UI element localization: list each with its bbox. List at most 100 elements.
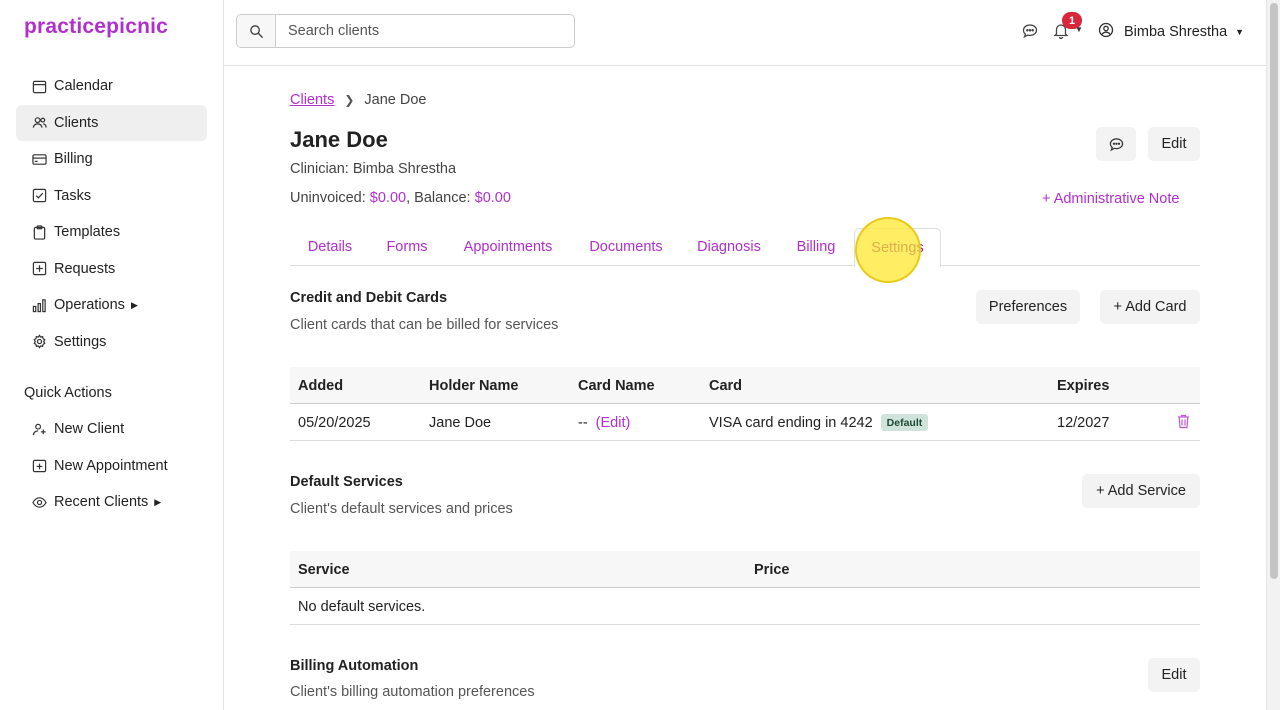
message-client-button[interactable]: [1096, 127, 1136, 161]
clinician-label: Clinician:: [290, 161, 349, 177]
messages-icon[interactable]: [1022, 23, 1040, 41]
edit-client-button[interactable]: Edit: [1148, 127, 1200, 161]
chat-icon: [1109, 137, 1123, 151]
tab-diagnosis[interactable]: Diagnosis: [680, 228, 778, 266]
sidebar-item-label: Calendar: [54, 78, 113, 94]
client-tabs: Details Forms Appointments Documents Dia…: [290, 228, 1200, 267]
chevron-right-icon: ❯: [344, 93, 355, 107]
sidebar-item-label: Billing: [54, 151, 93, 167]
add-card-button[interactable]: + Add Card: [1100, 290, 1200, 324]
sidebar: practicepicnic Calendar Clients Billing …: [0, 0, 224, 710]
cards-table: Added Holder Name Card Name Card Expires…: [290, 367, 1200, 441]
checkbox-icon: [31, 188, 47, 204]
quick-actions: New Client New Appointment Recent Client…: [16, 411, 207, 521]
sidebar-item-clients[interactable]: Clients: [16, 104, 207, 141]
tab-documents[interactable]: Documents: [572, 228, 680, 266]
search-bar: [236, 14, 575, 48]
card-added-date: 05/20/2025: [298, 414, 371, 431]
tab-settings[interactable]: Settings: [854, 228, 941, 267]
caret-right-icon: ▶: [130, 299, 138, 310]
search-input[interactable]: [276, 15, 574, 47]
sidebar-item-requests[interactable]: Requests: [16, 251, 207, 287]
chevron-down-icon: ▼: [1235, 27, 1245, 37]
column-header: Service: [298, 561, 350, 578]
search-button[interactable]: [237, 15, 276, 47]
quick-action-label: New Appointment: [54, 457, 168, 474]
quick-action-label: Recent Clients: [54, 494, 149, 510]
card-name: --: [578, 414, 588, 431]
cards-section-title: Credit and Debit Cards: [290, 290, 448, 306]
card-description: VISA card ending in 4242: [709, 414, 873, 431]
app-logo[interactable]: practicepicnic: [24, 15, 168, 39]
breadcrumb-link-clients[interactable]: Clients: [290, 92, 334, 108]
sidebar-item-templates[interactable]: Templates: [16, 214, 207, 250]
column-header: Card Name: [578, 377, 655, 394]
sidebar-item-label: Operations: [54, 297, 125, 313]
empty-state-text: No default services.: [298, 598, 426, 615]
quick-action-new-appointment[interactable]: New Appointment: [16, 448, 207, 484]
tab-forms[interactable]: Forms: [370, 228, 444, 266]
sidebar-item-calendar[interactable]: Calendar: [16, 68, 207, 104]
balance-label: Balance:: [414, 190, 471, 206]
default-badge: Default: [880, 414, 929, 431]
edit-card-name-link[interactable]: (Edit): [596, 415, 631, 431]
table-header: Service Price: [290, 551, 1200, 588]
scrollbar-thumb[interactable]: [1270, 3, 1278, 579]
breadcrumb: Clients ❯ Jane Doe: [290, 92, 426, 108]
balance-amount: $0.00: [474, 190, 511, 206]
sidebar-item-settings[interactable]: Settings: [16, 324, 207, 360]
caret-right-icon: ▶: [154, 496, 162, 507]
add-admin-note-link[interactable]: + Administrative Note: [1042, 191, 1179, 207]
topbar: 1 ▼ Bimba Shrestha ▼: [224, 0, 1266, 66]
sidebar-item-billing[interactable]: Billing: [16, 141, 207, 177]
tab-billing[interactable]: Billing: [778, 228, 854, 266]
user-plus-icon: [31, 421, 47, 437]
calendar-icon: [31, 78, 47, 94]
bar-chart-icon: [31, 297, 47, 313]
sidebar-item-label: Settings: [54, 333, 107, 350]
page-scrollbar[interactable]: [1266, 0, 1280, 710]
card-description-cell: VISA card ending in 4242 Default: [709, 404, 929, 441]
services-section-title: Default Services: [290, 474, 403, 490]
main-content: Clients ❯ Jane Doe Jane Doe Clinician: B…: [224, 66, 1266, 710]
tab-details[interactable]: Details: [290, 228, 370, 266]
cards-section-subtitle: Client cards that can be billed for serv…: [290, 317, 559, 333]
user-name: Bimba Shrestha: [1124, 24, 1228, 40]
user-menu[interactable]: Bimba Shrestha ▼: [1098, 22, 1244, 42]
quick-action-recent-clients[interactable]: Recent Clients ▶: [16, 484, 207, 520]
chevron-down-icon[interactable]: ▼: [1075, 25, 1083, 34]
search-icon: [249, 24, 263, 38]
clipboard-icon: [31, 224, 47, 240]
sidebar-item-tasks[interactable]: Tasks: [16, 178, 207, 214]
add-service-button[interactable]: + Add Service: [1082, 474, 1200, 508]
sidebar-item-label: Requests: [54, 260, 116, 277]
table-header: Added Holder Name Card Name Card Expires: [290, 367, 1200, 404]
trash-icon[interactable]: [1177, 414, 1191, 430]
card-name-cell: -- (Edit): [578, 404, 630, 441]
users-icon: [31, 115, 47, 131]
column-header: Added: [298, 377, 344, 394]
edit-automation-button[interactable]: Edit: [1148, 658, 1200, 692]
gear-icon: [31, 334, 47, 350]
preferences-button[interactable]: Preferences: [976, 290, 1080, 324]
column-header: Price: [754, 561, 790, 578]
quick-action-new-client[interactable]: New Client: [16, 411, 207, 447]
clinician-name: Bimba Shrestha: [352, 161, 457, 177]
uninvoiced-amount: $0.00: [369, 190, 407, 206]
breadcrumb-current: Jane Doe: [364, 92, 427, 108]
card-expiry: 12/2027: [1057, 414, 1110, 431]
table-row: 05/20/2025 Jane Doe -- (Edit) VISA card …: [290, 404, 1200, 441]
card-holder-name: Jane Doe: [429, 414, 492, 431]
column-header: Holder Name: [429, 377, 519, 394]
services-section-subtitle: Client's default services and prices: [290, 501, 513, 517]
credit-card-icon: [31, 151, 47, 167]
sidebar-item-label: Templates: [54, 224, 121, 240]
inbox-icon: [31, 261, 47, 277]
sidebar-item-label: Clients: [54, 114, 99, 131]
sidebar-item-operations[interactable]: Operations ▶: [16, 287, 207, 323]
user-circle-icon: [1098, 22, 1114, 42]
eye-icon: [31, 494, 47, 510]
uninvoiced-label: Uninvoiced:: [290, 190, 366, 206]
tab-appointments[interactable]: Appointments: [444, 228, 572, 266]
column-header: Card: [709, 377, 743, 394]
